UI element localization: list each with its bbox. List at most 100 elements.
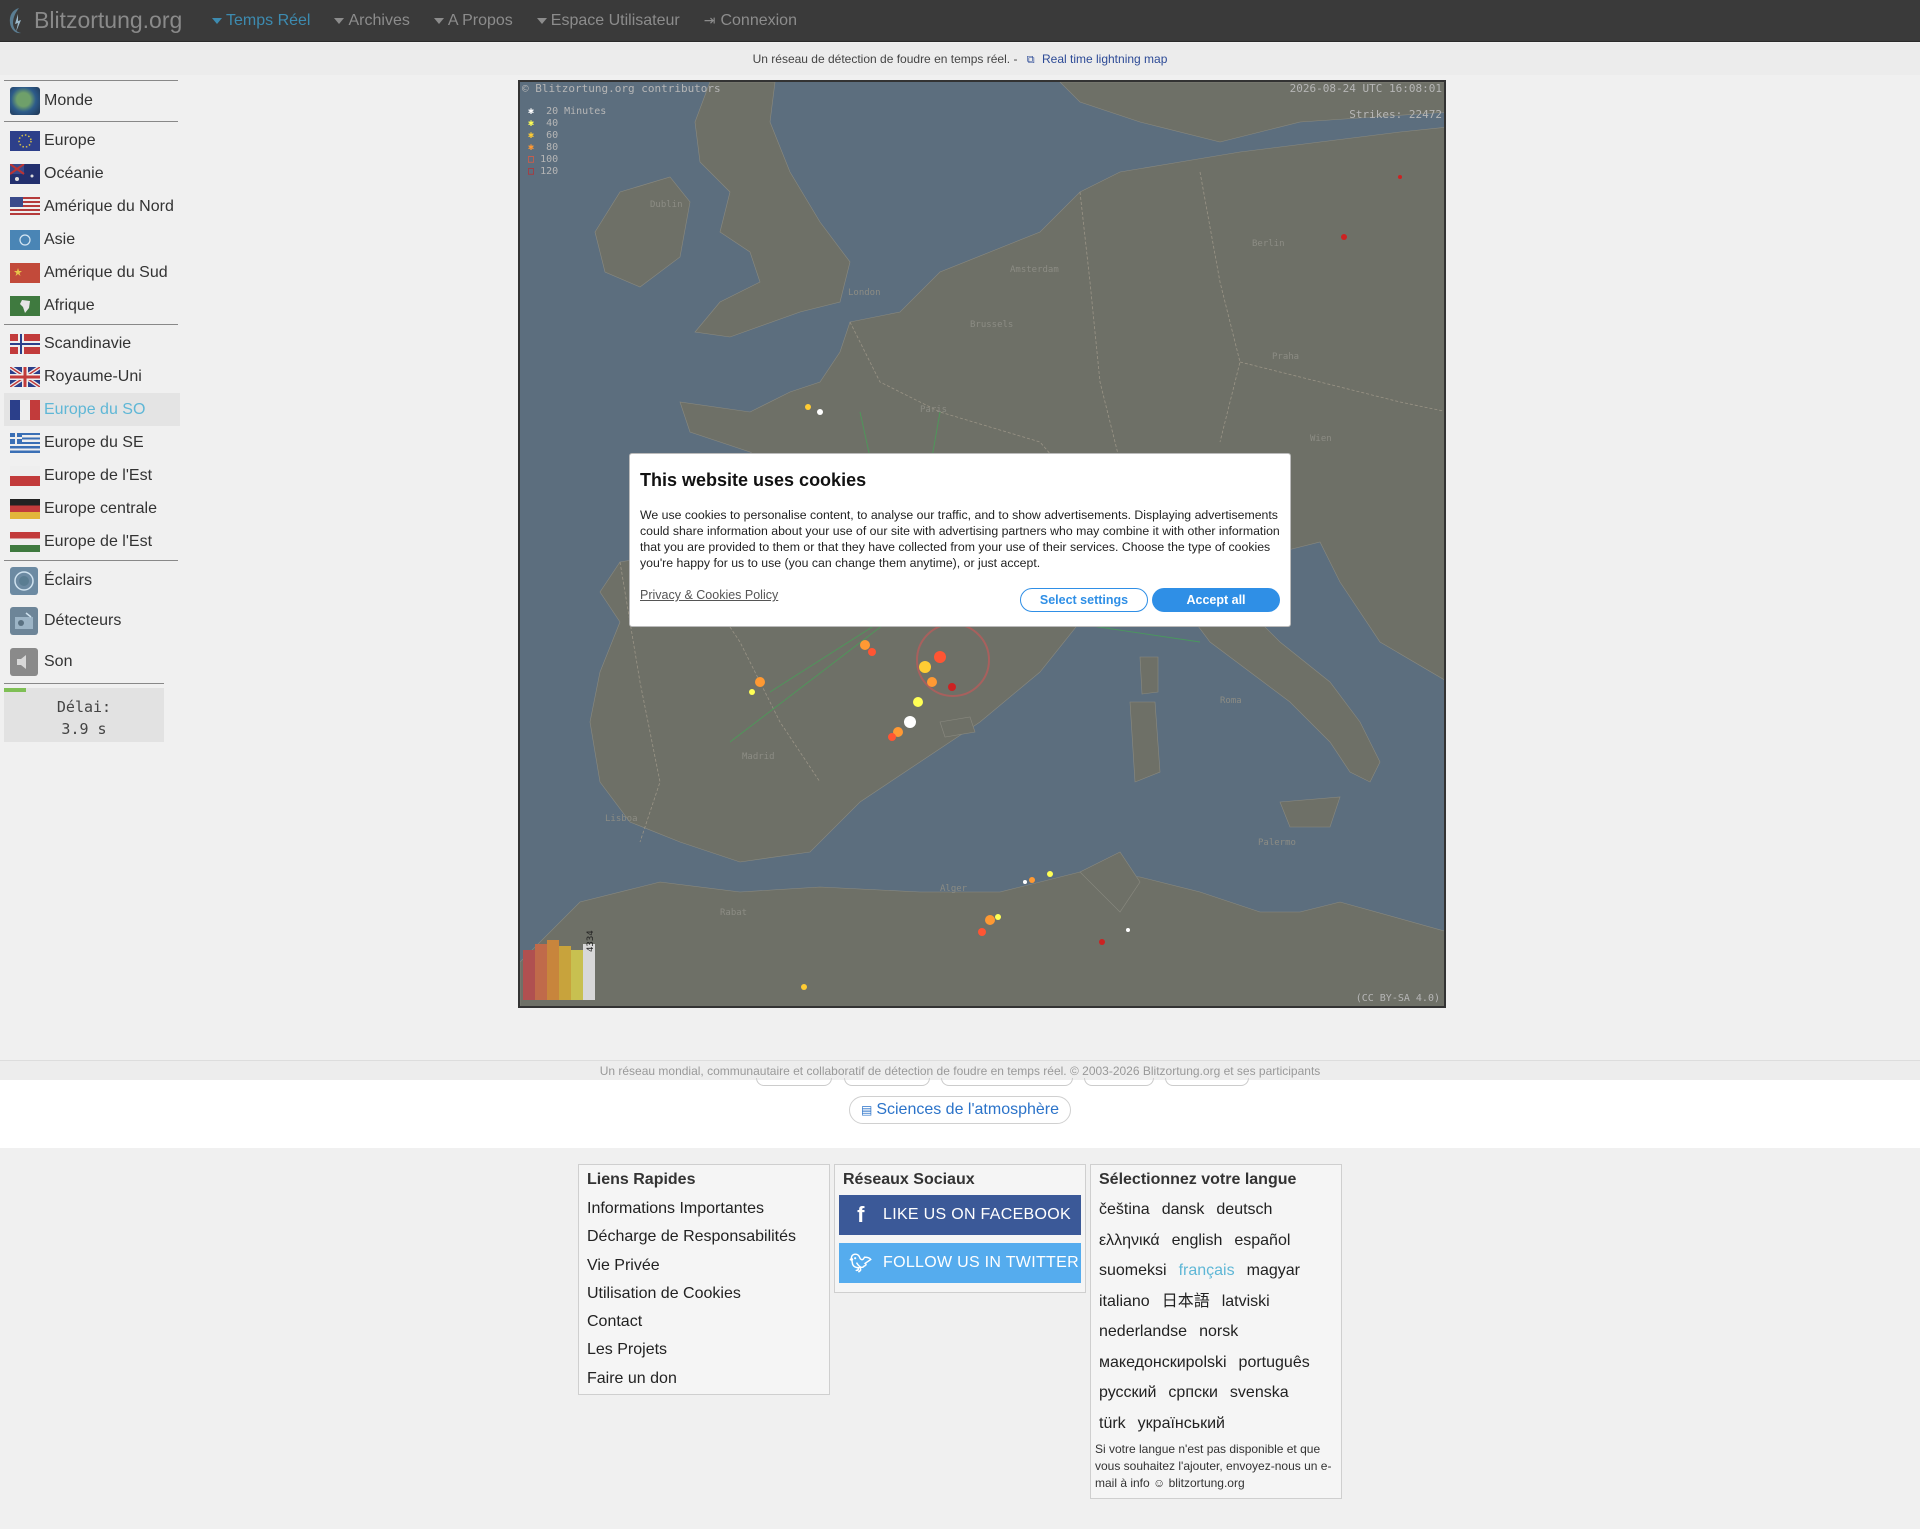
caret-down-icon	[212, 17, 222, 24]
sidebar-item-europe[interactable]: Europe	[4, 124, 180, 157]
lang-option[interactable]: ελληνικά	[1099, 1226, 1160, 1257]
sidebar-item-amerique-du-sud[interactable]: Amérique du Sud	[4, 256, 180, 289]
lang-option[interactable]: 日本語	[1162, 1287, 1210, 1318]
legend-label: 60	[546, 130, 559, 141]
sidebar-item-detecteurs[interactable]: Détecteurs	[4, 599, 180, 643]
link-decharge[interactable]: Décharge de Responsabilités	[587, 1223, 821, 1251]
city-label: Brussels	[970, 320, 1014, 330]
privacy-policy-link[interactable]: Privacy & Cookies Policy	[640, 588, 778, 602]
sidebar-item-royaume-uni[interactable]: Royaume-Uni	[4, 360, 180, 393]
legend-marker: ✱	[528, 106, 535, 117]
city-label: Paris	[920, 405, 948, 415]
sidebar-item-monde[interactable]: Monde	[4, 83, 180, 119]
delay-progress-bar	[4, 688, 26, 692]
external-link-icon: ⧉	[1026, 54, 1035, 66]
newspaper-icon: ▤	[860, 1103, 873, 1117]
lang-option[interactable]: русский	[1099, 1378, 1156, 1409]
link-vie-privee[interactable]: Vie Privée	[587, 1252, 821, 1280]
lang-option[interactable]: svenska	[1230, 1378, 1289, 1409]
lang-option[interactable]: македонски	[1099, 1348, 1186, 1379]
sidebar-item-label: Europe de l'Est	[44, 466, 153, 484]
tag-pill-partial[interactable]	[941, 1078, 1073, 1086]
panel-title: Réseaux Sociaux	[843, 1171, 975, 1188]
legend-label: 120	[540, 166, 559, 177]
sidebar-item-label: Europe	[44, 131, 96, 149]
sidebar-item-europe-de-l-est-2[interactable]: Europe de l'Est	[4, 525, 180, 558]
lang-option[interactable]: norsk	[1199, 1317, 1238, 1348]
sidebar-item-scandinavie[interactable]: Scandinavie	[4, 327, 180, 360]
lang-option[interactable]: türk	[1099, 1409, 1126, 1440]
link-contact[interactable]: Contact	[587, 1308, 821, 1336]
sidebar-item-europe-du-so[interactable]: Europe du SO	[4, 393, 180, 426]
nav-label: Espace Utilisateur	[550, 11, 680, 29]
nav-connexion[interactable]: ⇥ Connexion	[692, 0, 809, 42]
divider	[4, 683, 164, 684]
legend-row: ✱ 40	[528, 118, 606, 130]
tag-label: Sciences de l'atmosphère	[876, 1101, 1060, 1118]
nav-temps-reel[interactable]: Temps Réel	[200, 0, 322, 42]
lang-option[interactable]: polski	[1186, 1348, 1227, 1379]
link-cookies[interactable]: Utilisation de Cookies	[587, 1280, 821, 1308]
link-informations-importantes[interactable]: Informations Importantes	[587, 1195, 821, 1223]
twitter-icon: 🐦︎	[849, 1252, 873, 1273]
twitter-button[interactable]: 🐦︎ FOLLOW US IN TWITTER	[839, 1243, 1081, 1283]
sidebar-item-europe-centrale[interactable]: Europe centrale	[4, 492, 180, 525]
nav-espace-utilisateur[interactable]: Espace Utilisateur	[525, 0, 692, 42]
france-flag-icon	[10, 399, 40, 420]
cookie-title: This website uses cookies	[640, 470, 867, 490]
tag-pill-partial[interactable]	[1165, 1078, 1249, 1086]
legend-marker: ✱	[528, 118, 535, 129]
copyright-strip: Un réseau mondial, communautaire et coll…	[0, 1060, 1920, 1080]
sidebar-item-son[interactable]: Son	[4, 643, 180, 681]
sidebar-item-eclairs[interactable]: Éclairs	[4, 563, 180, 599]
lang-option[interactable]: italiano	[1099, 1287, 1150, 1318]
lang-option[interactable]: magyar	[1247, 1256, 1300, 1287]
lang-option[interactable]: čeština	[1099, 1195, 1150, 1226]
cookie-consent-dialog: This website uses cookies We use cookies…	[629, 453, 1291, 627]
legend-row: ✱ 60	[528, 130, 606, 142]
lang-option[interactable]: suomeksi	[1099, 1256, 1167, 1287]
lang-option[interactable]: український	[1138, 1409, 1225, 1440]
language-panel: Sélectionnez votre langue čeština dansk …	[1090, 1164, 1342, 1499]
divider	[4, 121, 178, 122]
legend-label: 80	[546, 142, 559, 153]
sidebar-item-label: Océanie	[44, 164, 104, 182]
nav-a-propos[interactable]: A Propos	[422, 0, 525, 42]
sidebar-item-europe-de-l-est-1[interactable]: Europe de l'Est	[4, 459, 180, 492]
nav-label: Connexion	[720, 11, 797, 29]
poland-flag-icon	[10, 465, 40, 486]
lightning-logo-icon	[9, 7, 21, 33]
lang-option[interactable]: español	[1234, 1226, 1290, 1257]
lang-option[interactable]: english	[1172, 1226, 1223, 1257]
sidebar-item-afrique[interactable]: Afrique	[4, 289, 180, 322]
lang-option[interactable]: nederlandse	[1099, 1317, 1187, 1348]
sidebar-item-label: Scandinavie	[44, 334, 132, 352]
city-label: Berlin	[1252, 239, 1285, 249]
nav-archives[interactable]: Archives	[322, 0, 421, 42]
lang-option[interactable]: dansk	[1162, 1195, 1205, 1226]
lang-option[interactable]: српски	[1168, 1378, 1218, 1409]
realtime-map-link[interactable]: Real time lightning map	[1042, 52, 1167, 66]
top-navbar: Blitzortung.org Temps Réel Archives A Pr…	[0, 0, 1920, 42]
tag-pill-partial[interactable]	[756, 1078, 832, 1086]
sidebar-item-europe-du-se[interactable]: Europe du SE	[4, 426, 180, 459]
lang-option[interactable]: latviski	[1222, 1287, 1270, 1318]
nav-label: Archives	[348, 11, 410, 29]
link-projets[interactable]: Les Projets	[587, 1336, 821, 1364]
lang-option[interactable]: português	[1239, 1348, 1310, 1379]
atmospheric-science-tag[interactable]: ▤ Sciences de l'atmosphère	[849, 1096, 1071, 1124]
select-settings-button[interactable]: Select settings	[1020, 588, 1148, 612]
divider	[4, 560, 178, 561]
link-don[interactable]: Faire un don	[587, 1365, 821, 1393]
brand[interactable]: Blitzortung.org	[0, 6, 200, 36]
tag-pill-partial[interactable]	[844, 1078, 930, 1086]
sidebar-item-oceanie[interactable]: Océanie	[4, 157, 180, 190]
facebook-button[interactable]: f LIKE US ON FACEBOOK	[839, 1195, 1081, 1235]
accept-all-button[interactable]: Accept all	[1152, 588, 1280, 612]
tag-pill-partial[interactable]	[1084, 1078, 1154, 1086]
lang-option-selected[interactable]: français	[1179, 1256, 1235, 1287]
sidebar-item-amerique-du-nord[interactable]: Amérique du Nord	[4, 190, 180, 223]
lang-option[interactable]: deutsch	[1216, 1195, 1272, 1226]
sidebar-item-asie[interactable]: Asie	[4, 223, 180, 256]
city-label: Roma	[1220, 696, 1242, 706]
